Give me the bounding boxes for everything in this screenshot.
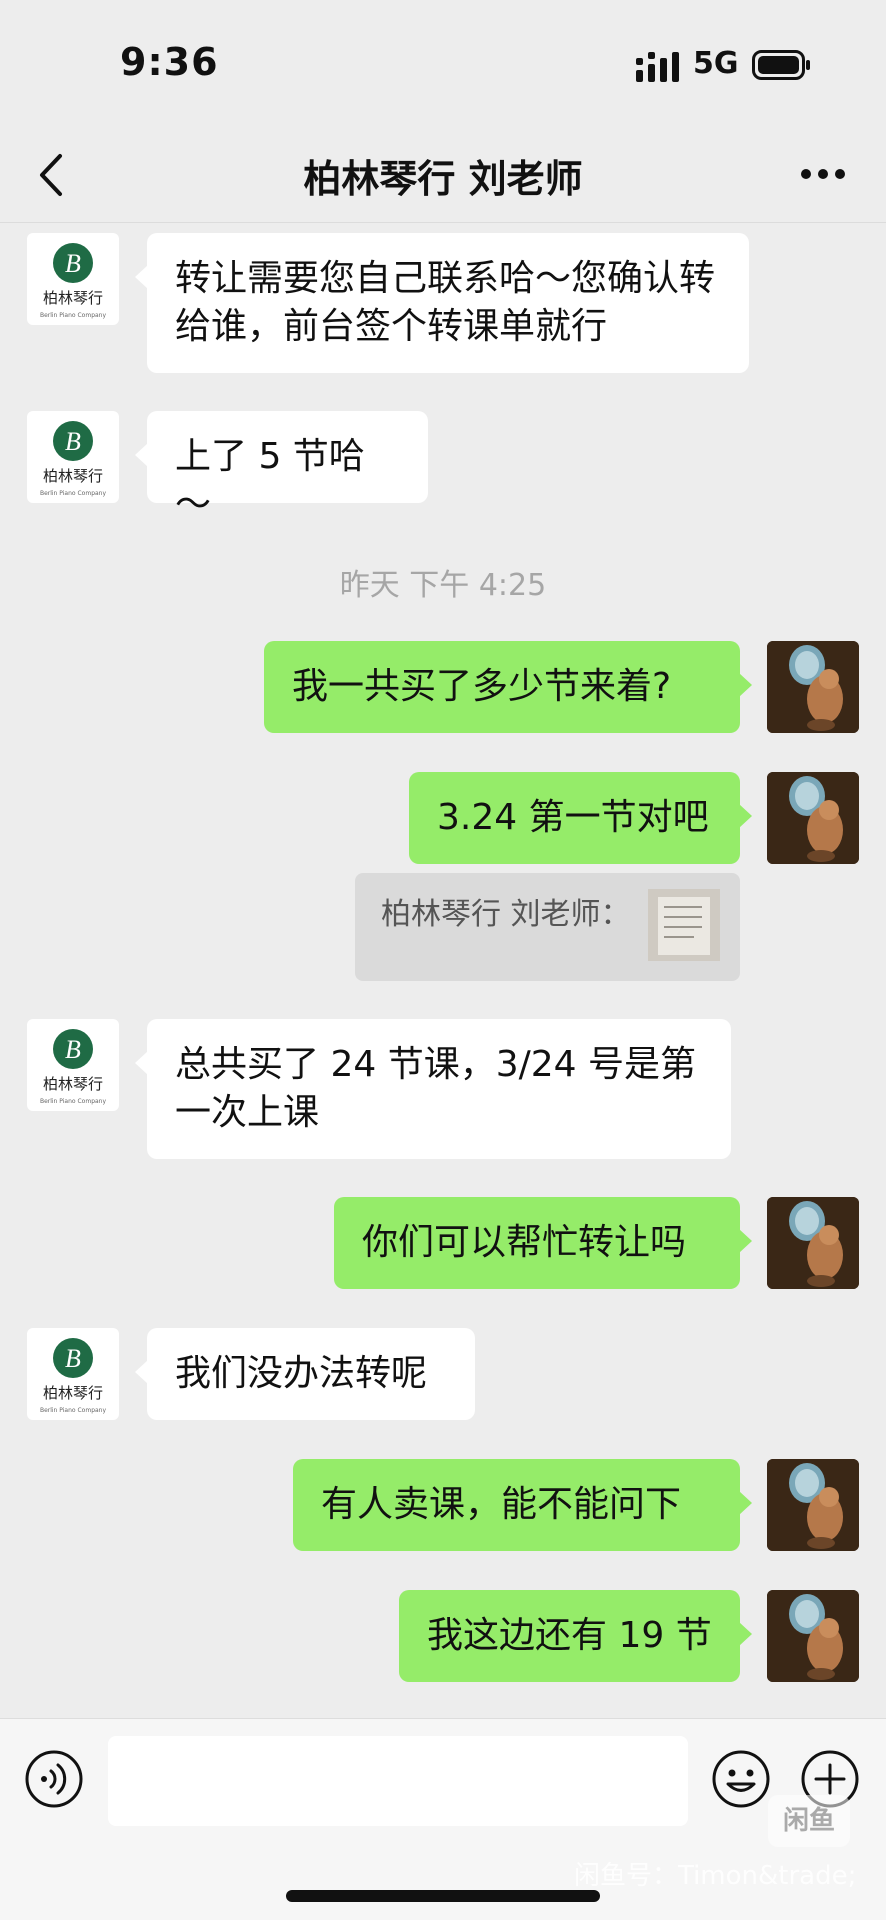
cartoon-mouse-avatar-icon [767, 1590, 859, 1682]
user-avatar[interactable] [767, 1590, 859, 1682]
svg-text:柏林琴行: 柏林琴行 [43, 1075, 103, 1093]
piano-shop-logo-icon: B 柏林琴行 Berlin Piano Company [40, 1338, 107, 1414]
quoted-message[interactable]: 柏林琴行 刘老师： [355, 873, 740, 981]
contact-avatar[interactable]: B 柏林琴行 Berlin Piano Company [27, 1328, 119, 1420]
status-time: 9:36 [120, 40, 219, 84]
network-type: 5G [693, 46, 739, 81]
user-avatar[interactable] [767, 1197, 859, 1289]
watermark-text: 闲鱼号：Timon&trade; [574, 1861, 857, 1891]
chat-title: 柏林琴行 刘老师 [303, 157, 583, 201]
svg-text:Berlin Piano Company: Berlin Piano Company [40, 312, 107, 319]
message-bubble-outgoing[interactable]: 3.24 第一节对吧 [409, 772, 752, 864]
contact-avatar[interactable]: B 柏林琴行 Berlin Piano Company [27, 411, 119, 503]
nav-bar: 柏林琴行 刘老师 [0, 130, 886, 223]
message-input[interactable] [108, 1736, 688, 1826]
message-bubble-outgoing[interactable]: 我这边还有 19 节 [399, 1590, 752, 1682]
cartoon-mouse-avatar-icon [767, 1197, 859, 1289]
user-avatar[interactable] [767, 641, 859, 733]
message-bubble-outgoing[interactable]: 我一共买了多少节来着? [264, 641, 752, 733]
message-bubble-incoming[interactable]: 总共买了 24 节课，3/24 号是第一次上课 [135, 1019, 731, 1159]
battery-icon [752, 50, 810, 80]
emoji-icon[interactable] [711, 1749, 771, 1809]
user-avatar[interactable] [767, 1459, 859, 1551]
document-photo-icon [648, 889, 720, 961]
piano-shop-logo-icon: B 柏林琴行 Berlin Piano Company [40, 1029, 107, 1105]
contact-avatar[interactable]: B 柏林琴行 Berlin Piano Company [27, 233, 119, 325]
svg-text:Berlin Piano Company: Berlin Piano Company [40, 490, 107, 497]
chat-screen: 9:36 5G 柏林琴行 刘老师 B 柏林琴行 Berlin Piano Com… [0, 0, 886, 1920]
quoted-message-label: 柏林琴行 刘老师： [381, 897, 631, 932]
contact-avatar[interactable]: B 柏林琴行 Berlin Piano Company [27, 1019, 119, 1111]
svg-text:B: B [65, 1344, 81, 1373]
message-bubble-outgoing[interactable]: 你们可以帮忙转让吗 [334, 1197, 752, 1289]
message-bubble-outgoing[interactable]: 有人卖课，能不能问下 [293, 1459, 752, 1551]
voice-input-icon[interactable] [24, 1749, 84, 1809]
message-bubble-incoming[interactable]: 转让需要您自己联系哈～您确认转给谁，前台签个转课单就行 [135, 233, 749, 373]
cellular-signal-icon [636, 52, 679, 82]
watermark-badge: 闲鱼 [768, 1795, 850, 1847]
message-bubble-incoming[interactable]: 我们没办法转呢 [135, 1328, 475, 1420]
piano-shop-logo-icon: B 柏林琴行 Berlin Piano Company [40, 243, 107, 319]
cartoon-mouse-avatar-icon [767, 1459, 859, 1551]
quoted-image-thumbnail[interactable] [648, 889, 720, 961]
more-options-icon[interactable] [800, 166, 846, 182]
message-bubble-incoming[interactable]: 上了 5 节哈～ [135, 411, 428, 525]
svg-text:柏林琴行: 柏林琴行 [43, 289, 103, 307]
cartoon-mouse-avatar-icon [767, 641, 859, 733]
user-avatar[interactable] [767, 772, 859, 864]
svg-text:Berlin Piano Company: Berlin Piano Company [40, 1098, 107, 1105]
cartoon-mouse-avatar-icon [767, 772, 859, 864]
home-indicator[interactable] [286, 1890, 600, 1902]
status-bar: 9:36 5G [0, 0, 886, 130]
message-timestamp: 昨天 下午 4:25 [339, 568, 547, 603]
svg-text:B: B [65, 249, 81, 278]
svg-text:B: B [65, 427, 81, 456]
svg-text:柏林琴行: 柏林琴行 [43, 1384, 103, 1402]
svg-text:B: B [65, 1035, 81, 1064]
svg-text:Berlin Piano Company: Berlin Piano Company [40, 1407, 107, 1414]
svg-text:柏林琴行: 柏林琴行 [43, 467, 103, 485]
piano-shop-logo-icon: B 柏林琴行 Berlin Piano Company [40, 421, 107, 497]
